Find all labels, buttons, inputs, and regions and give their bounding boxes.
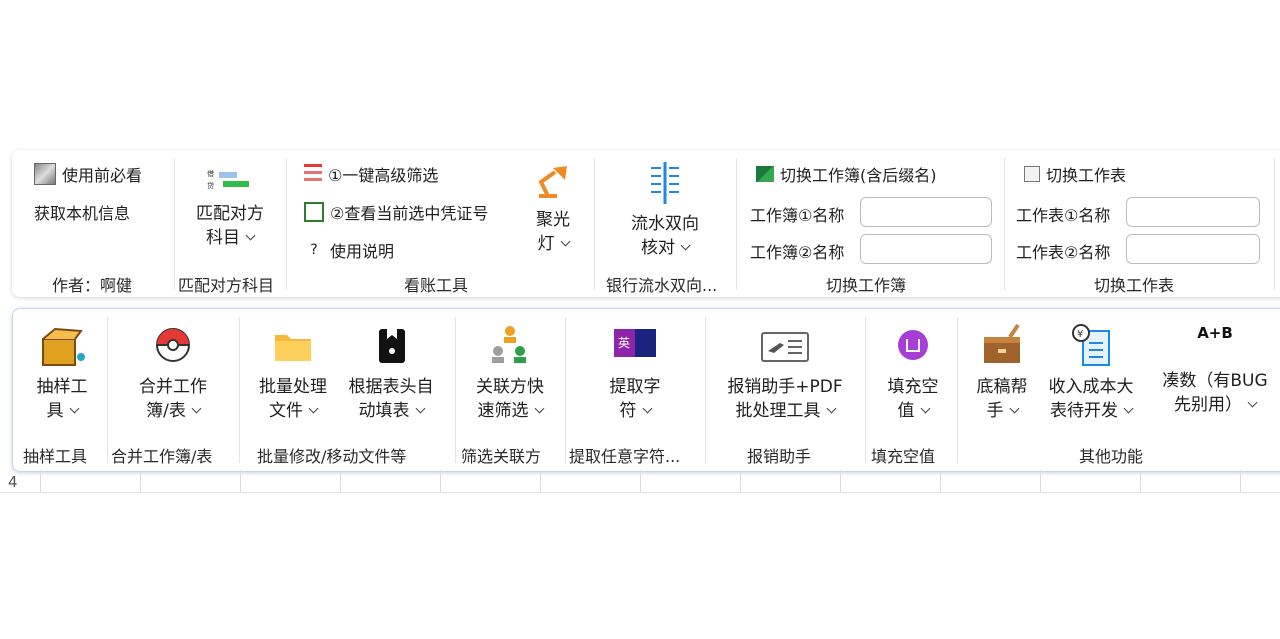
svg-text:¥: ¥	[1077, 329, 1083, 340]
separator	[594, 158, 595, 290]
group-label-author: 作者：啊健	[52, 276, 133, 295]
bank-statement-icon	[651, 162, 679, 204]
lamp-icon	[538, 166, 567, 198]
separator	[736, 158, 737, 290]
chevron-down-icon	[245, 230, 256, 241]
chevron-down-icon	[826, 403, 836, 414]
sheet-grid	[0, 470, 1280, 493]
svg-text:贷: 贷	[207, 181, 214, 190]
chevron-down-icon	[534, 403, 544, 414]
group-label-audit: 看账工具	[404, 276, 469, 295]
must-read-button[interactable]: 使用前必看	[34, 162, 142, 186]
fill-circle-icon	[898, 330, 928, 360]
help-button[interactable]: ? 使用说明	[304, 238, 394, 262]
workbook2-label: 工作簿②名称	[750, 243, 845, 262]
separator	[174, 158, 175, 290]
match-account-button[interactable]: 借贷 匹配对方 科目	[192, 164, 268, 250]
tool-box-icon	[984, 323, 1020, 363]
separator	[565, 317, 566, 463]
invoice-yen-icon: ¥	[1072, 324, 1110, 366]
chevron-down-icon	[1247, 397, 1258, 408]
bookmark-icon	[379, 329, 405, 363]
group-label-reimburse: 报销助手	[747, 447, 812, 466]
group-label-merge: 合并工作簿/表	[111, 447, 213, 466]
extract-text-icon: 英	[614, 329, 656, 357]
chevron-down-icon	[642, 403, 652, 414]
workbook-switch-icon	[756, 166, 774, 182]
workbook1-label: 工作簿①名称	[750, 206, 845, 225]
row-number: 4	[8, 473, 18, 491]
chevron-down-icon	[191, 403, 202, 414]
chevron-down-icon	[560, 236, 570, 247]
chevron-down-icon	[680, 240, 691, 251]
merge-workbooks-button[interactable]: 合并工作 簿/表	[121, 323, 225, 423]
match-icon: 借贷	[207, 169, 249, 190]
separator	[1274, 158, 1275, 290]
photo-icon	[34, 163, 56, 185]
group-label-related-party: 筛选关联方	[461, 447, 542, 466]
org-chart-icon	[492, 326, 526, 363]
reimburse-pdf-button[interactable]: 报销助手+PDF 批处理工具	[717, 323, 853, 423]
spotlight-button[interactable]: 聚光 灯	[524, 162, 582, 256]
workbook2-input[interactable]	[860, 234, 992, 264]
separator	[286, 158, 287, 290]
switch-workbook-button[interactable]: 切换工作簿(含后缀名)	[756, 162, 937, 186]
voucher-icon	[304, 202, 324, 222]
help-icon: ?	[310, 242, 318, 258]
separator	[1004, 158, 1005, 290]
separator	[239, 317, 240, 463]
ribbon-bottom: 抽样工 具 抽样工具 合并工作 簿/表 合并工作簿/表 批量处理 文件 根据表头…	[12, 308, 1280, 472]
fill-blank-button[interactable]: 填充空 值	[875, 323, 951, 423]
svg-text:借: 借	[207, 169, 214, 178]
group-label-sampling: 抽样工具	[23, 447, 88, 466]
math-formula-icon: A+B	[1197, 324, 1233, 342]
sampling-tool-button[interactable]: 抽样工 具	[23, 323, 101, 423]
extract-chars-button[interactable]: 英 提取字 符	[585, 323, 685, 423]
group-label-match: 匹配对方科目	[178, 276, 275, 295]
pokeball-icon	[156, 328, 190, 362]
sheet-switch-icon	[1024, 166, 1040, 182]
draft-helper-button[interactable]: 底稿帮 手	[967, 323, 1037, 423]
sheet1-label: 工作表①名称	[1016, 206, 1111, 225]
income-cost-button[interactable]: ¥ 收入成本大 表待开发	[1039, 323, 1143, 423]
batch-files-button[interactable]: 批量处理 文件	[251, 323, 335, 423]
separator	[865, 317, 866, 463]
group-label-batch: 批量修改/移动文件等	[257, 447, 407, 466]
view-voucher-button[interactable]: ②查看当前选中凭证号	[304, 200, 488, 224]
ribbon-top: 使用前必看 获取本机信息 作者：啊健 借贷 匹配对方 科目 匹配对方科目 ①一键…	[12, 150, 1280, 297]
separator	[957, 317, 958, 463]
group-label-switch-sheet: 切换工作表	[1094, 276, 1175, 295]
chevron-down-icon	[1123, 403, 1134, 414]
separator	[455, 317, 456, 463]
boarding-pass-icon	[761, 332, 809, 362]
switch-sheet-button[interactable]: 切换工作表	[1024, 162, 1126, 186]
group-label-other: 其他功能	[1079, 447, 1144, 466]
chevron-down-icon	[308, 403, 319, 414]
advanced-filter-button[interactable]: ①一键高级筛选	[304, 162, 438, 186]
machine-info-button[interactable]: 获取本机信息	[34, 200, 130, 224]
round-numbers-button[interactable]: A+B 凑数（有BUG 先别用）	[1147, 323, 1280, 417]
box-icon	[42, 327, 85, 366]
sheet2-label: 工作表②名称	[1016, 243, 1111, 262]
sheet2-input[interactable]	[1126, 234, 1260, 264]
filter-list-icon	[304, 164, 322, 184]
separator	[705, 317, 706, 463]
workbook1-input[interactable]	[860, 197, 992, 227]
group-label-switch-workbook: 切换工作簿	[826, 276, 907, 295]
bank-reconcile-button[interactable]: 流水双向 核对	[620, 160, 710, 260]
sheet1-input[interactable]	[1126, 197, 1260, 227]
chevron-down-icon	[920, 403, 930, 414]
separator	[107, 317, 108, 463]
chevron-down-icon	[415, 403, 425, 414]
group-label-bank: 银行流水双向...	[606, 276, 718, 295]
group-label-extract: 提取任意字符...	[569, 447, 681, 466]
related-party-filter-button[interactable]: 关联方快 速筛选	[463, 323, 557, 423]
group-label-fill-blank: 填充空值	[871, 447, 936, 466]
folder-icon	[275, 335, 311, 361]
chevron-down-icon	[1009, 403, 1019, 414]
auto-fill-by-header-button[interactable]: 根据表头自 动填表	[339, 323, 443, 423]
chevron-down-icon	[69, 403, 79, 414]
